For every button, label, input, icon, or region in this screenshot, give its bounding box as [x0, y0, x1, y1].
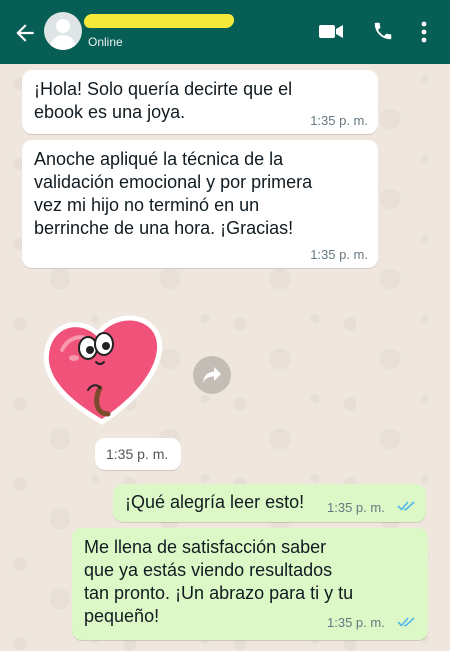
- message-text: ¡Hola! Solo quería decirte que el ebook …: [34, 79, 293, 122]
- read-receipt-icon: [397, 501, 415, 511]
- outgoing-message[interactable]: ¡Qué alegría leer esto! 1:35 p. m.: [113, 484, 426, 522]
- message-time: 1:35 p. m.: [327, 615, 385, 630]
- forward-button[interactable]: [193, 356, 231, 394]
- contact-status: Online: [88, 35, 123, 49]
- video-call-icon: [319, 25, 343, 38]
- outgoing-message[interactable]: Me llena de satisfacción saber que ya es…: [72, 528, 428, 640]
- heart-character-sticker[interactable]: [40, 310, 170, 430]
- message-time: 1:35 p. m.: [310, 247, 368, 262]
- incoming-message[interactable]: Anoche apliqué la técnica de la validaci…: [22, 140, 378, 268]
- video-call-button[interactable]: [318, 20, 344, 47]
- chat-header: Online: [0, 0, 450, 64]
- heart-sticker-image: [43, 315, 162, 425]
- message-time: 1:35 p. m.: [106, 446, 169, 462]
- incoming-message[interactable]: ¡Hola! Solo quería decirte que el ebook …: [22, 70, 378, 134]
- contact-name-redacted[interactable]: [83, 14, 235, 28]
- sticker-time-badge: 1:35 p. m.: [95, 438, 181, 470]
- back-arrow-icon: [16, 24, 34, 42]
- back-button[interactable]: [12, 20, 38, 46]
- forward-icon: [203, 367, 221, 383]
- more-vert-icon: [421, 21, 427, 43]
- message-time: 1:35 p. m.: [310, 113, 368, 128]
- message-text: Anoche apliqué la técnica de la validaci…: [34, 149, 313, 238]
- more-options-button[interactable]: [420, 20, 428, 49]
- read-receipt-icon: [397, 617, 415, 627]
- message-text: ¡Qué alegría leer esto!: [125, 492, 305, 512]
- message-time: 1:35 p. m.: [327, 500, 385, 515]
- voice-call-button[interactable]: [372, 20, 394, 47]
- avatar[interactable]: [44, 12, 82, 50]
- phone-icon: [374, 22, 392, 40]
